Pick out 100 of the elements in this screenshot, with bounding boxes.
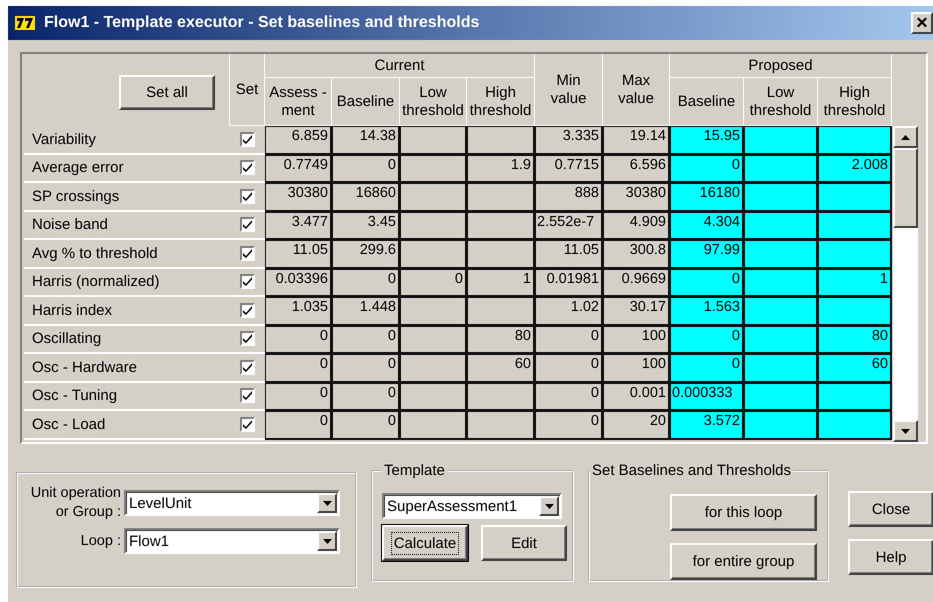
table-cell[interactable]: 3.335	[535, 126, 603, 154]
button[interactable]: for this loop	[670, 494, 817, 531]
table-cell[interactable]: 1.035	[265, 297, 332, 326]
table-cell[interactable]: 0	[535, 411, 603, 440]
close-button[interactable]: ×	[911, 12, 933, 34]
checkbox[interactable]	[240, 331, 255, 346]
table-cell[interactable]: 14.38	[332, 126, 400, 154]
table-cell[interactable]: 1.9	[467, 154, 535, 183]
table-cell[interactable]: 0	[670, 354, 744, 382]
table-cell[interactable]: 0	[332, 326, 400, 354]
scroll-up-icon[interactable]	[901, 134, 910, 140]
table-cell[interactable]	[467, 240, 535, 268]
table-cell[interactable]: 0.01981	[535, 268, 603, 297]
table-cell[interactable]: 97.99	[670, 240, 744, 268]
table-cell[interactable]: 11.05	[535, 240, 603, 268]
button[interactable]: Help	[848, 539, 933, 575]
table-cell[interactable]	[400, 154, 467, 183]
table-cell[interactable]: 4.304	[670, 212, 744, 240]
table-cell[interactable]	[818, 212, 892, 240]
table-cell[interactable]	[400, 411, 467, 440]
table-cell[interactable]	[400, 240, 467, 268]
table-cell[interactable]: 19.14	[603, 126, 670, 154]
table-cell[interactable]: 80	[467, 326, 535, 354]
table-cell[interactable]: 0	[400, 268, 467, 297]
table-cell[interactable]	[467, 382, 535, 411]
table-cell[interactable]	[744, 212, 818, 240]
table-cell[interactable]	[818, 126, 892, 154]
table-cell[interactable]: 1	[818, 268, 892, 297]
table-cell[interactable]: 0	[332, 268, 400, 297]
table-cell[interactable]	[744, 411, 818, 440]
checkbox[interactable]	[240, 160, 255, 176]
table-cell[interactable]: 0	[332, 354, 400, 382]
table-cell[interactable]: 0	[332, 411, 400, 440]
table-cell[interactable]	[744, 354, 818, 382]
table-cell[interactable]: 299.6	[332, 240, 400, 268]
table-cell[interactable]: 0	[670, 326, 744, 354]
checkbox[interactable]	[240, 246, 255, 261]
checkbox[interactable]	[240, 302, 255, 318]
table-cell[interactable]	[818, 382, 892, 411]
table-cell[interactable]	[467, 126, 535, 154]
checkbox[interactable]	[240, 388, 255, 404]
table-cell[interactable]: 0.9669	[603, 268, 670, 297]
table-cell[interactable]: 6.859	[265, 126, 332, 154]
checkbox[interactable]	[240, 416, 255, 432]
table-cell[interactable]: 0	[265, 411, 332, 440]
dropdown[interactable]: LevelUnit	[124, 490, 340, 516]
table-cell[interactable]: 30380	[603, 183, 670, 212]
table-cell[interactable]	[400, 212, 467, 240]
table-cell[interactable]	[744, 240, 818, 268]
checkbox[interactable]	[240, 132, 255, 147]
checkbox[interactable]	[240, 217, 255, 232]
table-cell[interactable]	[400, 354, 467, 382]
button[interactable]: Calculate	[382, 525, 468, 561]
table-cell[interactable]: 0	[265, 382, 332, 411]
table-cell[interactable]	[744, 326, 818, 354]
table-cell[interactable]	[467, 411, 535, 440]
table-cell[interactable]	[818, 411, 892, 440]
table-cell[interactable]: 2.008	[818, 154, 892, 183]
table-cell[interactable]	[744, 154, 818, 183]
table-cell[interactable]: 1.02	[535, 297, 603, 326]
table-cell[interactable]	[744, 126, 818, 154]
dropdown[interactable]: Flow1	[124, 528, 340, 554]
table-cell[interactable]	[400, 382, 467, 411]
set-all-button[interactable]: Set all	[119, 74, 215, 110]
table-cell[interactable]	[400, 183, 467, 212]
table-cell[interactable]: 0.000333	[670, 382, 744, 411]
checkbox[interactable]	[240, 360, 255, 375]
table-cell[interactable]: 30380	[265, 183, 332, 212]
table-cell[interactable]: 888	[535, 183, 603, 212]
table-cell[interactable]: 3.572	[670, 411, 744, 440]
table-cell[interactable]: 0.03396	[265, 268, 332, 297]
table-cell[interactable]: 3.477	[265, 212, 332, 240]
table-cell[interactable]: 1.448	[332, 297, 400, 326]
table-cell[interactable]: 100	[603, 354, 670, 382]
table-cell[interactable]: 0	[670, 268, 744, 297]
table-cell[interactable]	[744, 268, 818, 297]
table-cell[interactable]: 2.552e-7	[535, 212, 603, 240]
table-cell[interactable]: 60	[818, 354, 892, 382]
button[interactable]: for entire group	[670, 543, 817, 580]
table-cell[interactable]: 0	[535, 354, 603, 382]
table-cell[interactable]: 0	[265, 326, 332, 354]
table-cell[interactable]	[467, 183, 535, 212]
table-cell[interactable]: 0	[670, 154, 744, 183]
table-cell[interactable]: 60	[467, 354, 535, 382]
dropdown-arrow-icon[interactable]	[322, 500, 332, 506]
dropdown[interactable]: SuperAssessment1	[382, 493, 562, 519]
table-cell[interactable]: 3.45	[332, 212, 400, 240]
table-cell[interactable]: 300.8	[603, 240, 670, 268]
checkbox[interactable]	[240, 274, 255, 290]
table-cell[interactable]: 6.596	[603, 154, 670, 183]
table-cell[interactable]: 0.7715	[535, 154, 603, 183]
table-cell[interactable]: 0	[535, 326, 603, 354]
table-cell[interactable]: 1	[467, 268, 535, 297]
button[interactable]: Close	[848, 491, 933, 527]
dropdown-arrow-icon[interactable]	[544, 504, 554, 508]
table-cell[interactable]	[400, 297, 467, 326]
table-cell[interactable]: 16860	[332, 183, 400, 212]
checkbox[interactable]	[240, 188, 255, 204]
scrollbar[interactable]	[893, 126, 918, 442]
table-cell[interactable]	[818, 297, 892, 326]
